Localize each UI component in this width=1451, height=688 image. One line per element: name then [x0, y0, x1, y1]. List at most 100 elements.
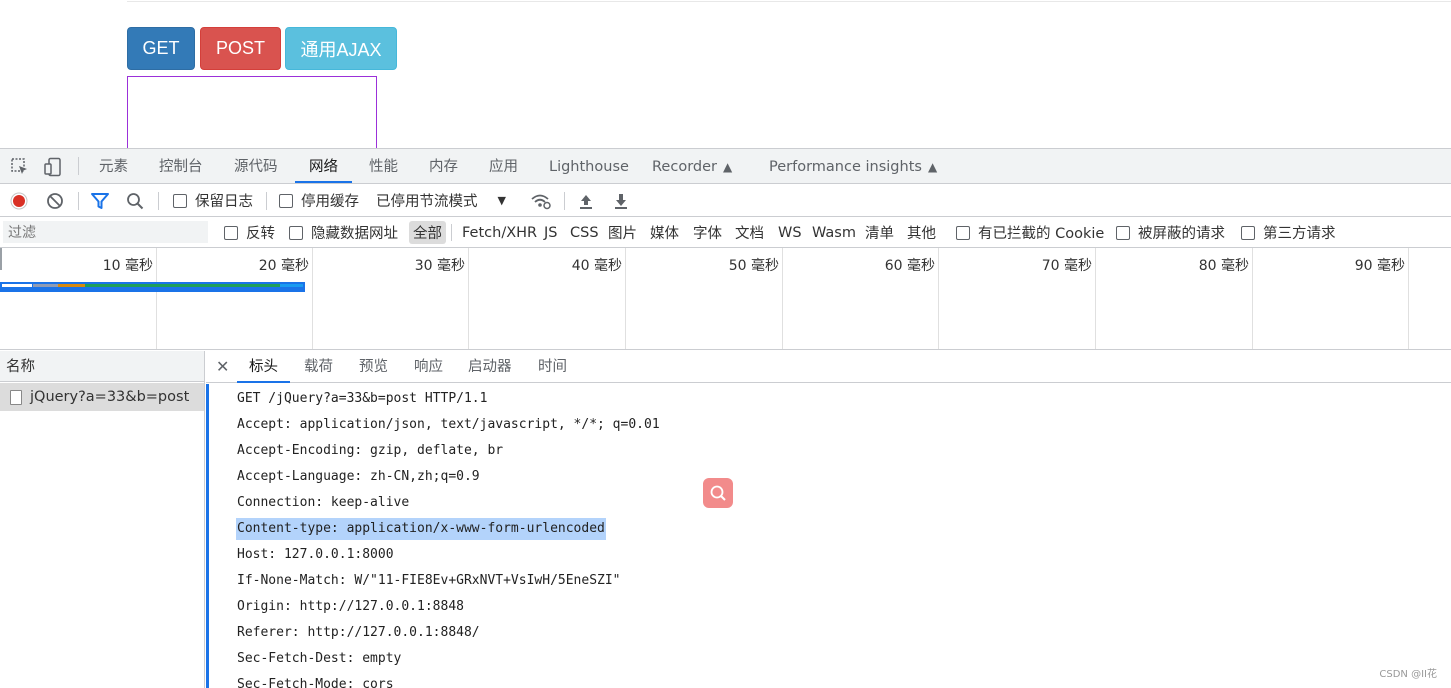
header-line-selected: Content-type: application/x-www-form-url… — [236, 518, 606, 540]
tab-recorder-label: Recorder — [652, 159, 717, 175]
tick-label: 20 毫秒 — [258, 258, 309, 274]
experiment-flask-icon: ▲ — [722, 160, 733, 174]
tab-network[interactable]: 网络 — [295, 149, 352, 183]
type-filter-media[interactable]: 媒体 — [646, 221, 683, 244]
type-filter-wasm[interactable]: Wasm — [808, 221, 860, 244]
type-filter-img[interactable]: 图片 — [604, 221, 641, 244]
request-list-header[interactable]: 名称 — [0, 351, 204, 382]
request-detail: ✕ 标头 载荷 预览 响应 启动器 时间 GET /jQuery?a=33&b=… — [206, 351, 1451, 688]
grid-line — [1095, 248, 1096, 349]
blocked-requests-checkbox[interactable]: 被屏蔽的请求 — [1116, 217, 1225, 248]
type-filter-js[interactable]: JS — [540, 221, 561, 244]
throttling-label: 已停用节流模式 — [376, 194, 478, 210]
type-filter-css[interactable]: CSS — [566, 221, 603, 244]
ajax-button[interactable]: 通用AJAX — [285, 27, 397, 70]
type-filter-manifest[interactable]: 清单 — [861, 221, 898, 244]
invert-checkbox[interactable]: 反转 — [224, 217, 275, 248]
floating-search-button[interactable] — [703, 478, 733, 508]
export-har-icon[interactable] — [613, 184, 629, 217]
third-party-checkbox[interactable]: 第三方请求 — [1241, 217, 1336, 248]
tab-performance[interactable]: 性能 — [369, 149, 398, 183]
disable-cache-checkbox[interactable]: 停用缓存 — [279, 184, 359, 217]
checkbox-box[interactable] — [173, 193, 187, 208]
tab-response[interactable]: 响应 — [414, 351, 443, 382]
search-icon — [710, 485, 726, 501]
get-button[interactable]: GET — [127, 27, 195, 70]
invert-label: 反转 — [246, 226, 275, 242]
divider — [564, 192, 565, 210]
close-icon[interactable]: ✕ — [216, 351, 229, 382]
filter-input[interactable]: 过滤 — [3, 221, 208, 243]
header-line: Accept-Encoding: gzip, deflate, br — [237, 443, 504, 458]
checkbox-box[interactable] — [224, 225, 238, 240]
request-row[interactable]: jQuery?a=33&b=post — [0, 383, 204, 411]
device-toolbar-icon[interactable] — [43, 157, 63, 177]
blocked-requests-label: 被屏蔽的请求 — [1138, 226, 1225, 242]
document-icon — [10, 389, 22, 405]
grid-line — [938, 248, 939, 349]
divider — [451, 224, 452, 241]
import-har-icon[interactable] — [578, 184, 594, 217]
tab-console[interactable]: 控制台 — [159, 149, 203, 183]
header-line: Connection: keep-alive — [237, 495, 410, 510]
tab-initiator[interactable]: 启动器 — [468, 351, 512, 382]
tab-lighthouse[interactable]: Lighthouse — [549, 149, 629, 183]
post-button[interactable]: POST — [200, 27, 281, 70]
type-filter-doc[interactable]: 文档 — [731, 221, 768, 244]
type-filter-font[interactable]: 字体 — [689, 221, 726, 244]
type-filter-ws[interactable]: WS — [774, 221, 806, 244]
header-line: Sec-Fetch-Dest: empty — [237, 651, 402, 666]
overview-bar-segment — [58, 284, 85, 287]
tab-timing[interactable]: 时间 — [538, 351, 567, 382]
grid-line — [625, 248, 626, 349]
search-icon[interactable] — [126, 184, 144, 217]
tab-application[interactable]: 应用 — [489, 149, 518, 183]
page-top-divider — [127, 1, 1451, 2]
throttling-select[interactable]: 已停用节流模式 ▼ — [376, 184, 506, 217]
tab-recorder[interactable]: Recorder ▲ — [652, 149, 732, 183]
inspect-element-icon[interactable] — [10, 157, 30, 177]
grid-line — [1408, 248, 1409, 349]
divider — [78, 157, 79, 175]
devtools: 元素 控制台 源代码 网络 性能 内存 应用 Lighthouse Record… — [0, 148, 1451, 688]
type-filter-all[interactable]: 全部 — [409, 221, 446, 244]
checkbox-box[interactable] — [956, 225, 970, 240]
checkbox-box[interactable] — [289, 225, 303, 240]
devtools-tabbar: 元素 控制台 源代码 网络 性能 内存 应用 Lighthouse Record… — [0, 149, 1451, 184]
tab-headers[interactable]: 标头 — [237, 351, 290, 383]
blocked-cookies-label: 有已拦截的 Cookie — [978, 226, 1105, 242]
type-filter-fetch-xhr[interactable]: Fetch/XHR — [458, 221, 541, 244]
tab-payload[interactable]: 载荷 — [304, 351, 333, 382]
watermark: CSDN @II花 — [1379, 669, 1437, 680]
filter-funnel-icon[interactable] — [90, 184, 110, 217]
tab-performance-insights[interactable]: Performance insights ▲ — [769, 149, 937, 183]
tab-memory[interactable]: 内存 — [429, 149, 458, 183]
tab-elements[interactable]: 元素 — [99, 149, 128, 183]
experiment-flask-icon: ▲ — [927, 160, 938, 174]
overview-bar-segment — [2, 284, 32, 287]
header-line: Sec-Fetch-Mode: cors — [237, 677, 394, 688]
overview-bar-segment — [280, 284, 303, 287]
checkbox-box[interactable] — [1241, 225, 1255, 240]
tab-preview[interactable]: 预览 — [359, 351, 388, 382]
blocked-cookies-checkbox[interactable]: 有已拦截的 Cookie — [956, 217, 1104, 248]
overview-bar-segment — [85, 284, 280, 287]
divider — [78, 192, 79, 210]
chevron-down-icon: ▼ — [497, 194, 506, 207]
tick-label: 80 毫秒 — [1198, 258, 1249, 274]
checkbox-box[interactable] — [279, 193, 293, 208]
type-filter-other[interactable]: 其他 — [903, 221, 940, 244]
preserve-log-checkbox[interactable]: 保留日志 — [173, 184, 253, 217]
network-conditions-icon[interactable] — [530, 184, 552, 217]
preserve-log-label: 保留日志 — [195, 194, 253, 210]
result-box — [127, 76, 377, 156]
checkbox-box[interactable] — [1116, 225, 1130, 240]
network-filterbar: 过滤 反转 隐藏数据网址 全部 Fetch/XHR JS CSS 图片 媒体 字… — [0, 217, 1451, 248]
network-toolbar: 保留日志 停用缓存 已停用节流模式 ▼ — [0, 184, 1451, 217]
network-overview[interactable]: 10 毫秒 20 毫秒 30 毫秒 40 毫秒 50 毫秒 60 毫秒 70 毫… — [0, 248, 1451, 350]
clear-icon[interactable] — [46, 184, 64, 217]
header-line: Accept: application/json, text/javascrip… — [237, 417, 660, 432]
tab-sources[interactable]: 源代码 — [234, 149, 278, 183]
hide-data-urls-checkbox[interactable]: 隐藏数据网址 — [289, 217, 398, 248]
record-icon[interactable] — [10, 184, 28, 217]
